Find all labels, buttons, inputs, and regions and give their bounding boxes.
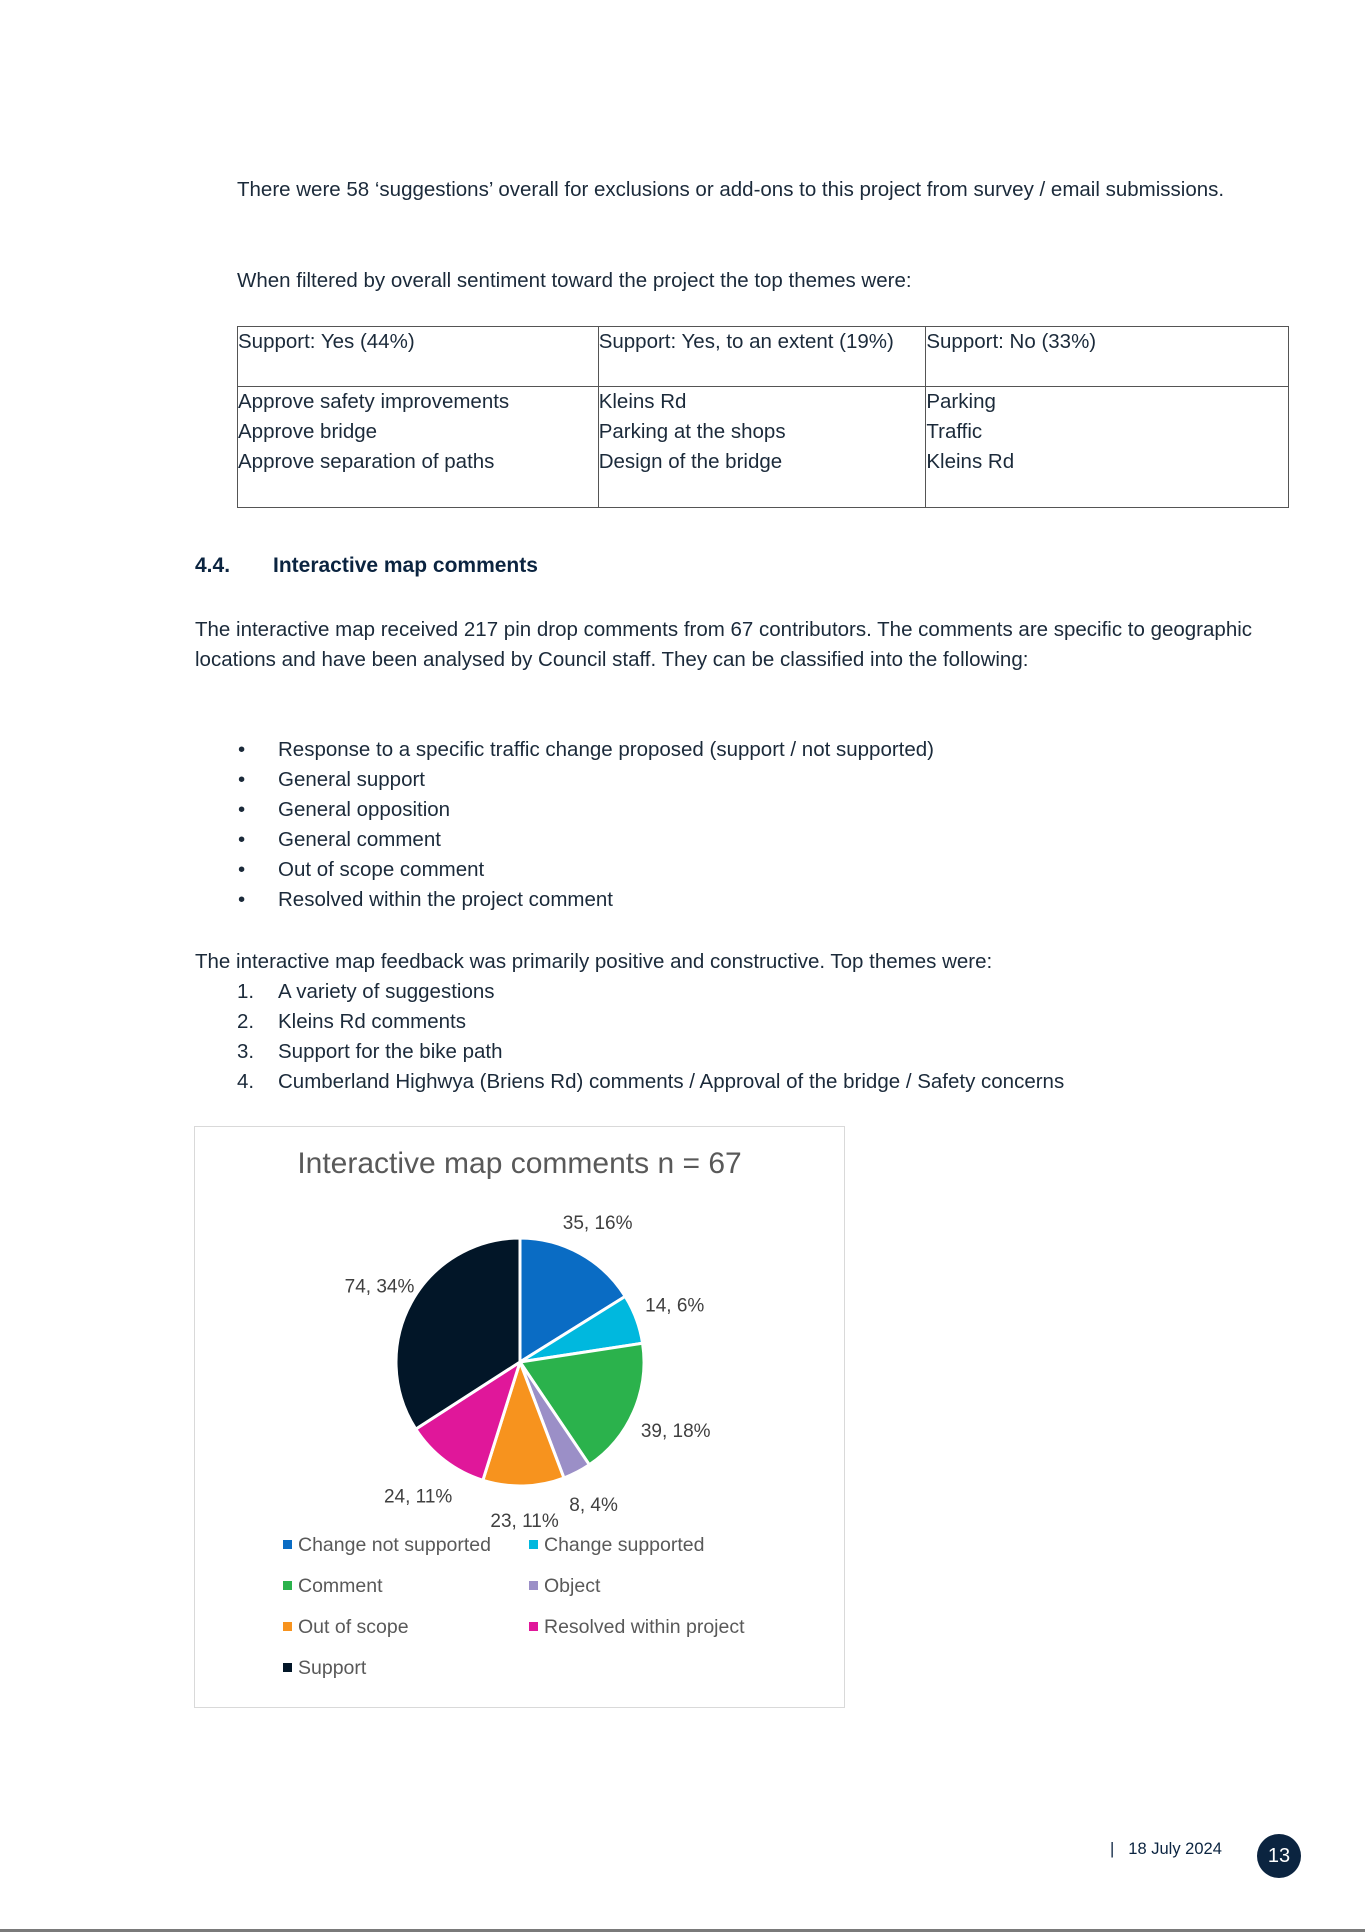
legend-swatch-icon	[283, 1540, 292, 1549]
legend-item-change-not-supported: Change not supported	[283, 1534, 491, 1557]
list-item-text: Out of scope comment	[278, 858, 485, 881]
page-footer: | 18 July 2024	[1110, 1840, 1222, 1859]
list-number: 3.	[237, 1040, 255, 1063]
legend-swatch-icon	[529, 1581, 538, 1590]
table-header-support-extent: Support: Yes, to an extent (19%)	[597, 326, 927, 387]
legend-swatch-icon	[283, 1663, 292, 1672]
list-item-text: Kleins Rd comments	[278, 1010, 466, 1033]
data-label-change-not-supported: 35, 16%	[563, 1213, 633, 1234]
theme-item: Approve separation of paths	[238, 450, 495, 473]
section-number: 4.4.	[195, 554, 231, 577]
data-label-change-supported: 14, 6%	[645, 1296, 704, 1317]
table-cell-support-yes: Approve safety improvements Approve brid…	[237, 386, 599, 508]
theme-item: Approve bridge	[238, 420, 378, 443]
classification-list: • Response to a specific traffic change p…	[237, 735, 934, 915]
list-item: • Response to a specific traffic change p…	[237, 735, 934, 765]
legend-label: Change not supported	[298, 1534, 491, 1556]
list-item-text: Response to a specific traffic change pr…	[278, 738, 935, 761]
list-number: 2.	[237, 1010, 255, 1033]
legend-label: Change supported	[544, 1534, 705, 1556]
legend-label: Object	[544, 1575, 601, 1597]
page-number-badge: 13	[1257, 1834, 1301, 1878]
table-cell-support-no: Parking Traffic Kleins Rd	[925, 386, 1289, 508]
list-item-text: A variety of suggestions	[278, 980, 495, 1003]
list-item-text: General support	[278, 768, 426, 791]
legend-item-resolved-within-project: Resolved within project	[529, 1616, 745, 1639]
top-themes-list: 1. A variety of suggestions 2. Kleins Rd c…	[237, 977, 1064, 1097]
summary-paragraph: The interactive map feedback was primari…	[195, 950, 993, 973]
data-label-object: 8, 4%	[569, 1495, 618, 1516]
theme-item: Traffic	[926, 420, 983, 443]
section-title: Interactive map comments	[273, 554, 538, 577]
legend-label: Out of scope	[298, 1616, 409, 1638]
legend-label: Resolved within project	[544, 1616, 745, 1638]
pie-chart-card: Interactive map comments n = 67 35, 16% 1…	[194, 1126, 845, 1708]
legend-swatch-icon	[283, 1622, 292, 1631]
data-label-out-of-scope: 23, 11%	[490, 1511, 558, 1532]
legend-label: Support	[298, 1657, 367, 1679]
legend-swatch-icon	[529, 1622, 538, 1631]
legend-item-comment: Comment	[283, 1575, 383, 1598]
theme-item: Kleins Rd	[926, 450, 1015, 473]
list-item-text: General opposition	[278, 798, 451, 821]
list-number: 1.	[237, 980, 255, 1003]
legend-item-support: Support	[283, 1657, 366, 1680]
list-item-text: General comment	[278, 828, 441, 851]
list-item: 4. Cumberland Highwya (Briens Rd) comment…	[237, 1067, 1064, 1097]
section-paragraph: The interactive map received 217 pin dro…	[195, 618, 1253, 671]
legend-item-out-of-scope: Out of scope	[283, 1616, 409, 1639]
bullet-icon: •	[238, 888, 246, 911]
list-item-text: Cumberland Highwya (Briens Rd) comments …	[278, 1070, 1065, 1093]
theme-item: Approve safety improvements	[238, 390, 510, 413]
sentiment-themes-table: Support: Yes (44%) Support: Yes, to an e…	[237, 326, 1289, 508]
list-item: • Resolved within the project comment	[237, 885, 934, 915]
data-label-support: 74, 34%	[345, 1276, 415, 1297]
theme-item: Parking at the shops	[598, 420, 786, 443]
list-number: 4.	[237, 1070, 255, 1093]
themes-intro-paragraph: When filtered by overall sentiment towar…	[237, 269, 912, 292]
theme-item: Kleins Rd	[598, 390, 687, 413]
bullet-icon: •	[238, 798, 246, 821]
table-cell-support-extent: Kleins Rd Parking at the shops Design of…	[597, 386, 927, 508]
list-item: 3. Support for the bike path	[237, 1037, 1064, 1067]
bullet-icon: •	[238, 858, 246, 881]
theme-item: Design of the bridge	[598, 450, 783, 473]
legend-item-change-supported: Change supported	[529, 1534, 704, 1557]
legend-swatch-icon	[529, 1540, 538, 1549]
bullet-icon: •	[238, 828, 246, 851]
legend-label: Comment	[298, 1575, 383, 1597]
list-item-text: Support for the bike path	[278, 1040, 503, 1063]
list-item: • General support	[237, 765, 934, 795]
table-row: Approve safety improvements Approve brid…	[237, 386, 1289, 508]
legend-swatch-icon	[283, 1581, 292, 1590]
intro-paragraph: There were 58 ‘suggestions’ overall for …	[237, 178, 1225, 201]
data-label-comment: 39, 18%	[641, 1421, 711, 1442]
bullet-icon: •	[238, 738, 246, 761]
list-item: • General comment	[237, 825, 934, 855]
bullet-icon: •	[238, 768, 246, 791]
list-item: • General opposition	[237, 795, 934, 825]
theme-item: Parking	[926, 390, 996, 413]
list-item: 2. Kleins Rd comments	[237, 1007, 1064, 1037]
list-item-text: Resolved within the project comment	[278, 888, 613, 911]
legend-item-object: Object	[529, 1575, 600, 1598]
table-header-support-yes: Support: Yes (44%)	[237, 326, 599, 387]
table-header-support-no: Support: No (33%)	[925, 326, 1289, 387]
footer-date: 18 July 2024	[1128, 1840, 1222, 1858]
data-label-resolved-within-project: 24, 11%	[384, 1487, 452, 1508]
table-header-row: Support: Yes (44%) Support: Yes, to an e…	[237, 326, 1289, 387]
list-item: • Out of scope comment	[237, 855, 934, 885]
section-heading: 4.4. Interactive map comments	[195, 554, 538, 578]
footer-separator: |	[1110, 1840, 1115, 1858]
list-item: 1. A variety of suggestions	[237, 977, 1064, 1007]
